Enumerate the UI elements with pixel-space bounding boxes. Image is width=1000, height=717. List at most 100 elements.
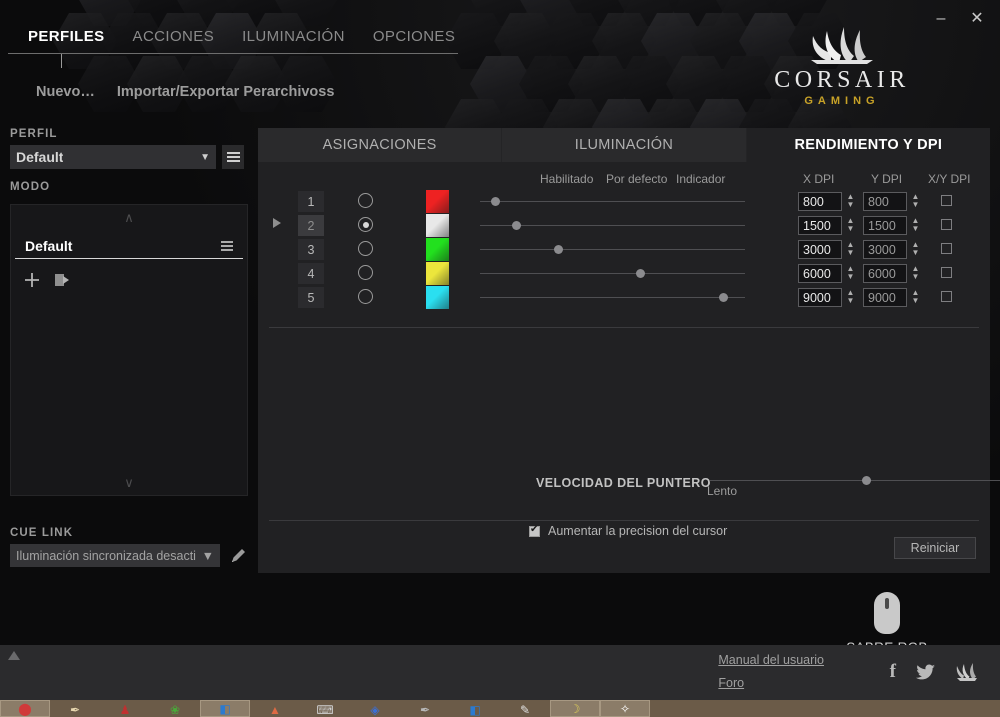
dpi-stage-number[interactable]: 3: [298, 239, 324, 260]
expand-up-icon[interactable]: [8, 651, 20, 660]
taskbar-item-13[interactable]: ✧: [600, 700, 650, 717]
content-tab-1[interactable]: ILUMINACIÓN: [502, 128, 747, 162]
x-dpi-input[interactable]: 800: [798, 192, 842, 211]
nav-tab-2[interactable]: ILUMINACIÓN: [228, 28, 359, 53]
taskbar-item-12[interactable]: ☽: [550, 700, 600, 717]
dpi-default-radio[interactable]: [358, 241, 373, 256]
y-dpi-input[interactable]: 800: [863, 192, 907, 211]
taskbar-item-10[interactable]: ◧: [450, 700, 500, 717]
x-dpi-input[interactable]: 1500: [798, 216, 842, 235]
content-tab-2[interactable]: RENDIMIENTO Y DPI: [746, 128, 990, 162]
taskbar-item-7[interactable]: ⌨: [300, 700, 350, 717]
taskbar-item-5[interactable]: ◧: [200, 700, 250, 717]
taskbar-item-9[interactable]: ✒: [400, 700, 450, 717]
xy-dpi-link-checkbox[interactable]: [941, 195, 952, 206]
nav-tab-1[interactable]: ACCIONES: [119, 28, 229, 53]
x-dpi-stepper[interactable]: ▲ ▼: [846, 193, 855, 209]
y-dpi-stepper[interactable]: ▲ ▼: [911, 241, 920, 257]
dpi-default-radio[interactable]: [358, 265, 373, 280]
add-mode-icon[interactable]: [23, 271, 41, 289]
dpi-row: 5 9000 ▲ ▼ 9000 ▲ ▼: [258, 286, 990, 309]
footer-link-0[interactable]: Manual del usuario: [718, 653, 824, 667]
y-dpi-stepper[interactable]: ▲ ▼: [911, 193, 920, 209]
x-dpi-input[interactable]: 3000: [798, 240, 842, 259]
dpi-color-swatch[interactable]: [426, 238, 449, 261]
corsair-tagline: GAMING: [804, 95, 880, 107]
enhance-precision-checkbox[interactable]: [529, 524, 540, 537]
scroll-down-icon[interactable]: ∨: [11, 470, 247, 491]
dpi-stage-number[interactable]: 5: [298, 287, 324, 308]
twitter-icon[interactable]: [916, 664, 936, 680]
facebook-icon[interactable]: f: [890, 661, 896, 683]
taskbar-item-1[interactable]: ⬤: [0, 700, 50, 717]
dpi-slider-knob[interactable]: [490, 197, 500, 206]
profile-menu-button[interactable]: [222, 145, 244, 169]
corsair-sails-icon-footer[interactable]: [956, 663, 978, 681]
dpi-slider-knob[interactable]: [511, 221, 521, 230]
y-dpi-input[interactable]: 6000: [863, 264, 907, 283]
dpi-slider-track[interactable]: [480, 297, 745, 298]
mode-menu-icon[interactable]: [221, 241, 233, 251]
mode-name: Default: [25, 238, 73, 254]
y-dpi-stepper[interactable]: ▲ ▼: [911, 265, 920, 281]
taskbar-item-6[interactable]: ▲: [250, 700, 300, 717]
dpi-stage-number[interactable]: 1: [298, 191, 324, 212]
x-dpi-stepper[interactable]: ▲ ▼: [846, 217, 855, 233]
dpi-slider-knob[interactable]: [554, 245, 564, 254]
content-tab-0[interactable]: ASIGNACIONES: [258, 128, 503, 162]
cue-link-select[interactable]: Iluminación sincronizada desacti ▼: [10, 544, 220, 567]
duplicate-mode-icon[interactable]: [53, 271, 71, 289]
dpi-slider-track[interactable]: [480, 201, 745, 202]
dpi-default-radio[interactable]: [358, 217, 373, 232]
xy-dpi-link-checkbox[interactable]: [941, 243, 952, 254]
cue-link-row: Iluminación sincronizada desacti ▼: [0, 544, 258, 567]
dpi-slider-track[interactable]: [480, 273, 745, 274]
dpi-color-swatch[interactable]: [426, 214, 449, 237]
dpi-color-swatch[interactable]: [426, 286, 449, 309]
y-dpi-stepper[interactable]: ▲ ▼: [911, 289, 920, 305]
xy-dpi-link-checkbox[interactable]: [941, 267, 952, 278]
taskbar-item-3[interactable]: ♟: [100, 700, 150, 717]
nav-tab-3[interactable]: OPCIONES: [359, 28, 469, 53]
mode-list-item[interactable]: Default: [15, 232, 243, 259]
edit-pencil-icon[interactable]: [229, 546, 248, 565]
profile-select[interactable]: Default ▼: [10, 145, 216, 169]
y-dpi-input[interactable]: 9000: [863, 288, 907, 307]
y-dpi-stepper[interactable]: ▲ ▼: [911, 217, 920, 233]
dpi-color-swatch[interactable]: [426, 262, 449, 285]
profile-action-1[interactable]: Importar/Exportar Perarchivoss: [117, 84, 335, 100]
y-dpi-input[interactable]: 3000: [863, 240, 907, 259]
dpi-stage-number[interactable]: 2: [298, 215, 324, 236]
x-dpi-stepper[interactable]: ▲ ▼: [846, 241, 855, 257]
taskbar-item-11[interactable]: ✎: [500, 700, 550, 717]
footer-link-1[interactable]: Foro: [718, 676, 824, 690]
y-dpi-input[interactable]: 1500: [863, 216, 907, 235]
reset-button[interactable]: Reiniciar: [894, 537, 976, 559]
pointer-speed-track[interactable]: [710, 480, 1000, 481]
xy-dpi-link-checkbox[interactable]: [941, 219, 952, 230]
nav-active-tick: [61, 54, 62, 68]
xy-dpi-link-checkbox[interactable]: [941, 291, 952, 302]
pointer-speed-knob[interactable]: [862, 476, 871, 485]
enhance-precision-row[interactable]: Aumentar la precision del cursor: [529, 524, 727, 538]
taskbar-item-8[interactable]: ◈: [350, 700, 400, 717]
x-dpi-stepper[interactable]: ▲ ▼: [846, 289, 855, 305]
dpi-default-radio[interactable]: [358, 193, 373, 208]
dpi-slider-knob[interactable]: [718, 293, 728, 302]
x-dpi-input[interactable]: 9000: [798, 288, 842, 307]
scroll-up-icon[interactable]: ∧: [11, 205, 247, 226]
footer-bar: Manual del usuario Foro f: [0, 645, 1000, 700]
dpi-color-swatch[interactable]: [426, 190, 449, 213]
taskbar-item-4[interactable]: ❀: [150, 700, 200, 717]
dpi-slider-track[interactable]: [480, 249, 745, 250]
nav-tab-0[interactable]: PERFILES: [14, 28, 119, 53]
taskbar-item-2[interactable]: ✒: [50, 700, 100, 717]
dpi-slider-knob[interactable]: [636, 269, 646, 278]
dpi-default-radio[interactable]: [358, 289, 373, 304]
minimize-button[interactable]: –: [932, 10, 950, 28]
x-dpi-input[interactable]: 6000: [798, 264, 842, 283]
close-button[interactable]: ✕: [968, 10, 986, 28]
x-dpi-stepper[interactable]: ▲ ▼: [846, 265, 855, 281]
profile-action-0[interactable]: Nuevo…: [36, 84, 95, 100]
dpi-stage-number[interactable]: 4: [298, 263, 324, 284]
